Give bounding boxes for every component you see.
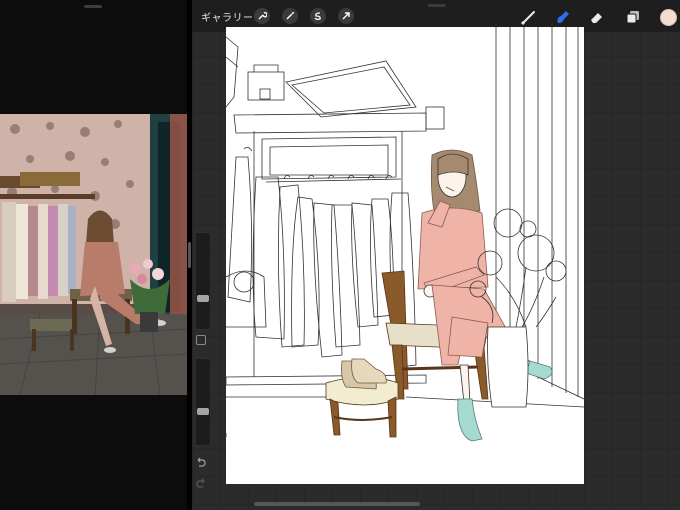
gallery-button[interactable]: ギャラリー [201, 9, 254, 24]
brush-icon[interactable] [520, 8, 538, 26]
modify-button[interactable] [196, 335, 206, 345]
brush-size-knob[interactable] [197, 295, 209, 302]
home-indicator [254, 502, 420, 506]
smudge-icon[interactable] [554, 8, 572, 26]
redo-icon[interactable] [195, 474, 207, 493]
undo-icon[interactable] [195, 453, 207, 472]
wrench-icon[interactable] [254, 8, 270, 24]
eraser-icon[interactable] [588, 8, 606, 26]
drawing-canvas[interactable] [226, 27, 584, 484]
opacity-slider[interactable] [195, 358, 211, 446]
procreate-app: ギャラリー [192, 0, 680, 510]
selection-icon[interactable] [310, 8, 326, 24]
multitask-handle[interactable] [84, 5, 102, 8]
reference-photo [0, 114, 187, 395]
magic-wand-icon[interactable] [282, 8, 298, 24]
layers-icon[interactable] [624, 8, 642, 26]
opacity-knob[interactable] [197, 408, 209, 415]
color-swatch[interactable] [660, 9, 677, 26]
reference-pane [0, 0, 187, 510]
left-sidebar [192, 232, 212, 488]
divider-grip[interactable] [188, 242, 191, 268]
brush-size-slider[interactable] [195, 232, 211, 330]
app-handle[interactable] [428, 4, 446, 7]
transform-arrow-icon[interactable] [338, 8, 354, 24]
